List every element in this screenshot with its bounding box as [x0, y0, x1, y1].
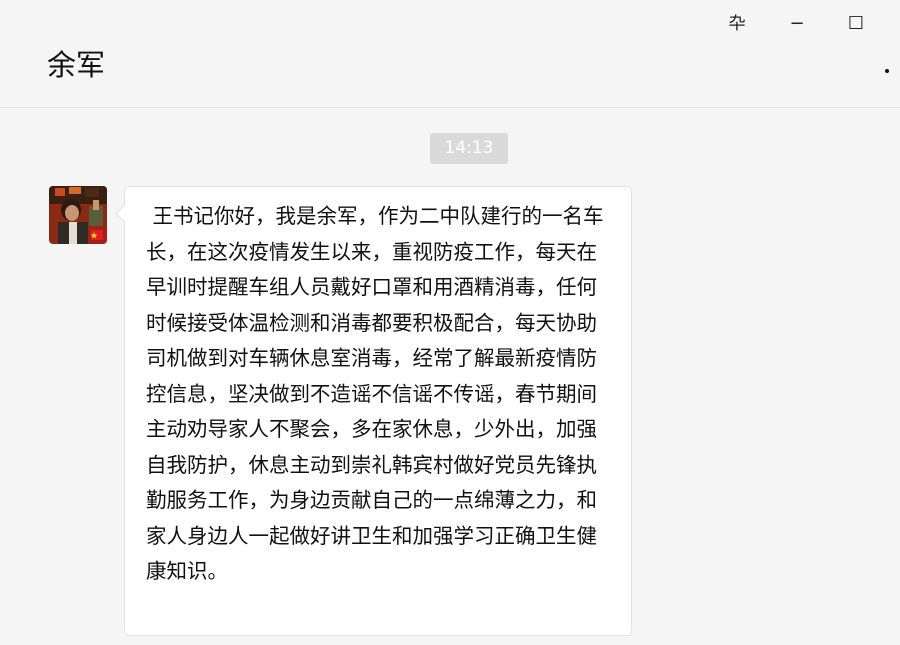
contact-name: 余军	[47, 48, 106, 82]
maximize-button[interactable]: ☐	[841, 10, 871, 38]
sender-avatar[interactable]	[49, 186, 107, 244]
minimize-button[interactable]: −	[782, 10, 812, 38]
message-timestamp: 14:13	[430, 133, 508, 164]
more-options-icon[interactable]	[880, 64, 894, 78]
more-dot	[885, 69, 889, 73]
bubble-tail	[115, 204, 134, 223]
avatar-image	[49, 186, 107, 244]
pin-icon[interactable]: 卆	[722, 10, 752, 38]
message-text: 王书记你好，我是余军，作为二中队建行的一名车长，在这次疫情发生以来，重视防疫工作…	[146, 204, 604, 583]
message-bubble[interactable]: 王书记你好，我是余军，作为二中队建行的一名车长，在这次疫情发生以来，重视防疫工作…	[115, 186, 632, 636]
chat-header: 余军 卆 − ☐	[0, 0, 900, 108]
